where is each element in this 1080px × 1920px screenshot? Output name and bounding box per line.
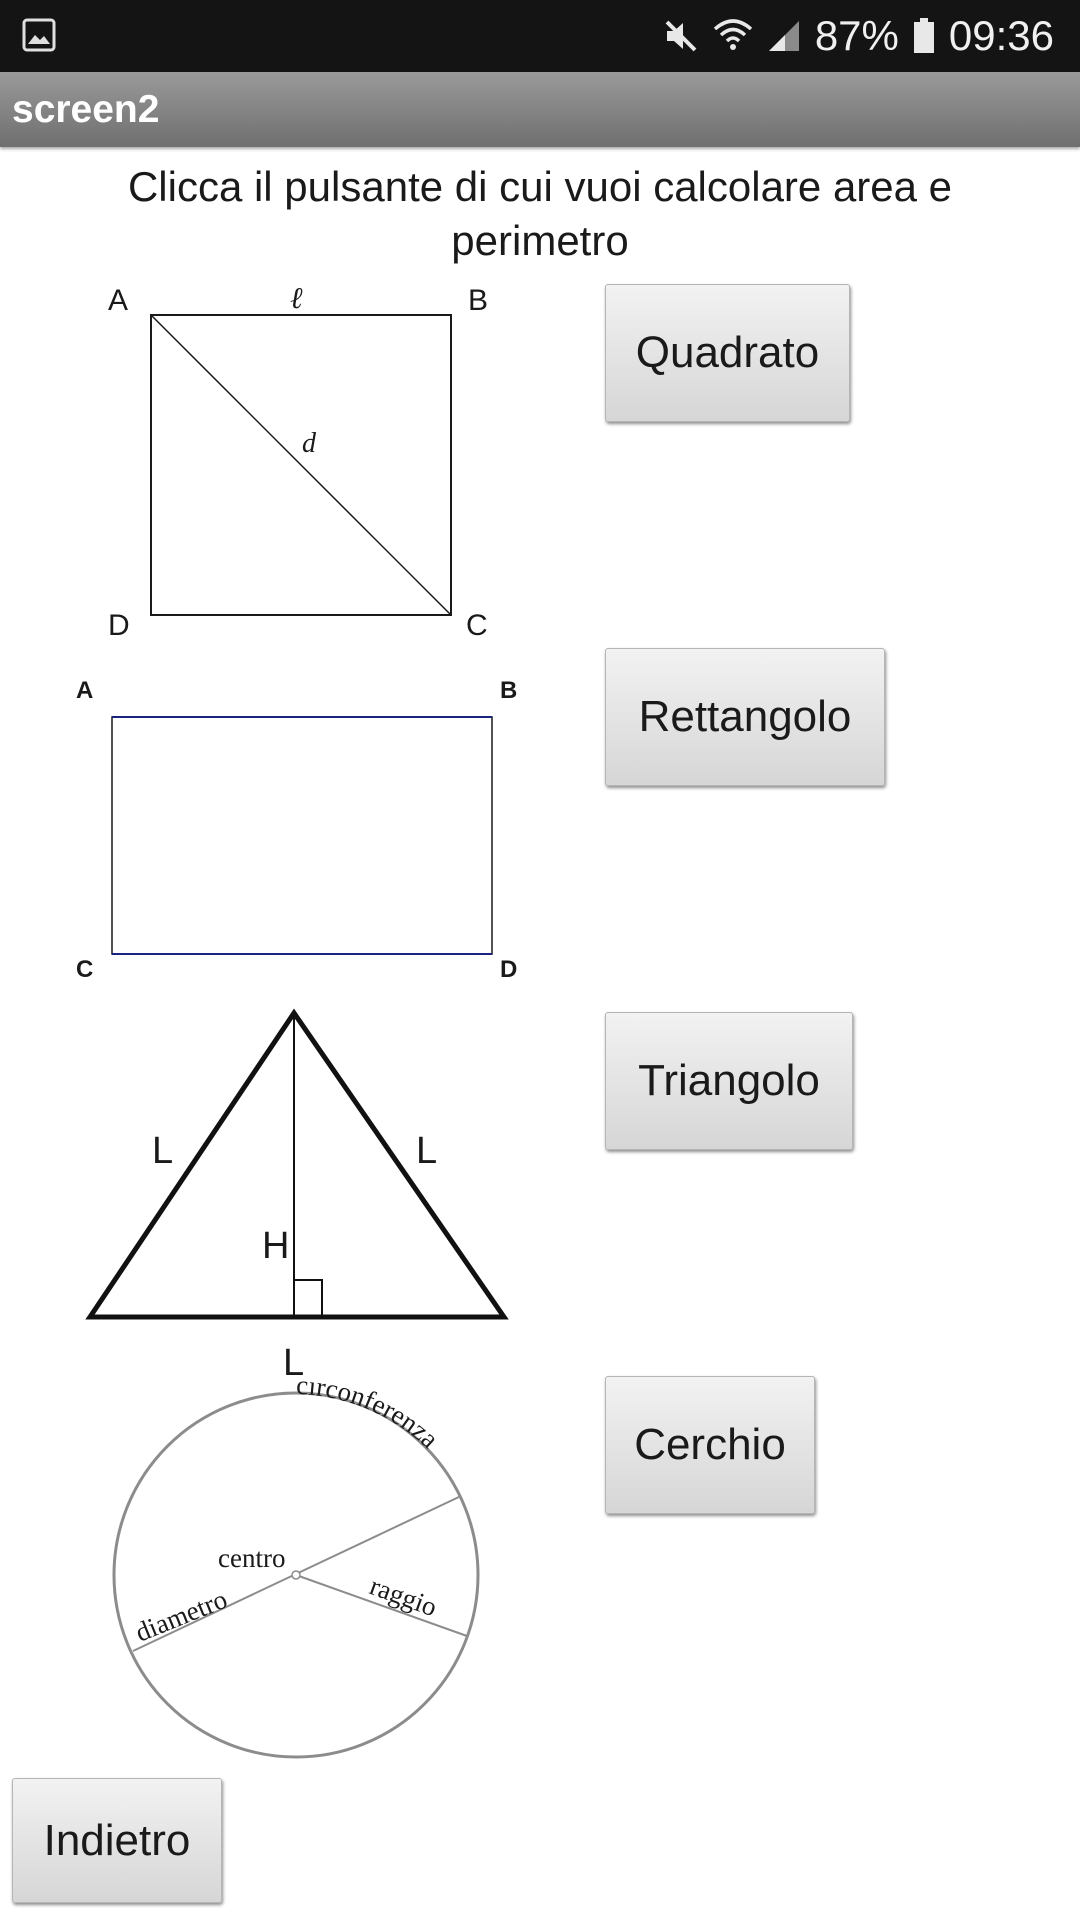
battery-icon	[913, 18, 934, 53]
battery-percent: 87%	[814, 12, 899, 59]
circle-label-circumference: circonferenza	[296, 1380, 445, 1454]
rectangle-label-d: D	[500, 956, 517, 983]
rectangle-label-c: C	[76, 956, 93, 983]
square-label-side: ℓ	[290, 282, 303, 315]
screen-title: screen2	[12, 88, 160, 131]
circle-label-diameter: diametro	[131, 1584, 231, 1648]
square-button[interactable]: Quadrato	[605, 284, 850, 422]
triangle-label-height: H	[262, 1225, 289, 1267]
mute-icon	[665, 20, 697, 52]
triangle-button[interactable]: Triangolo	[605, 1012, 853, 1150]
instruction-text: Clicca il pulsante di cui vuoi calcolare…	[127, 163, 953, 264]
status-bar: 87% 09:36	[0, 0, 1080, 72]
screen: 87% 09:36 screen2 Clicca il pulsante di …	[0, 0, 1080, 1920]
square-label-a: A	[108, 284, 128, 317]
triangle-label-base: L	[283, 1342, 304, 1384]
wifi-icon	[713, 19, 752, 50]
circle-label-radius: raggio	[366, 1570, 441, 1622]
square-label-diagonal: d	[302, 428, 317, 459]
circle-label-center: centro	[218, 1543, 285, 1573]
rectangle-button[interactable]: Rettangolo	[605, 648, 885, 786]
circle-button[interactable]: Cerchio	[605, 1376, 815, 1514]
rectangle-label-b: B	[500, 677, 517, 704]
circle-label-circumference-path: circonferenza	[296, 1380, 445, 1454]
circle-figure: centro diametro raggio circonferenza	[112, 1380, 480, 1759]
gallery-icon	[22, 18, 56, 52]
square-figure: A B C D ℓ d	[108, 282, 488, 642]
rectangle-label-a: A	[76, 677, 93, 704]
clock: 09:36	[948, 12, 1054, 59]
square-label-c: C	[466, 609, 488, 642]
triangle-label-right-side: L	[416, 1130, 437, 1172]
square-label-b: B	[468, 284, 488, 317]
triangle-label-left-side: L	[152, 1130, 173, 1172]
square-label-d: D	[108, 609, 130, 642]
triangle-figure: L L H L	[85, 1008, 509, 1384]
title-bar: screen2	[0, 72, 1080, 147]
back-button[interactable]: Indietro	[12, 1778, 222, 1903]
signal-icon	[768, 21, 799, 51]
status-icons: 87% 09:36	[663, 0, 1054, 72]
rectangle-figure: A B C D	[76, 677, 517, 983]
